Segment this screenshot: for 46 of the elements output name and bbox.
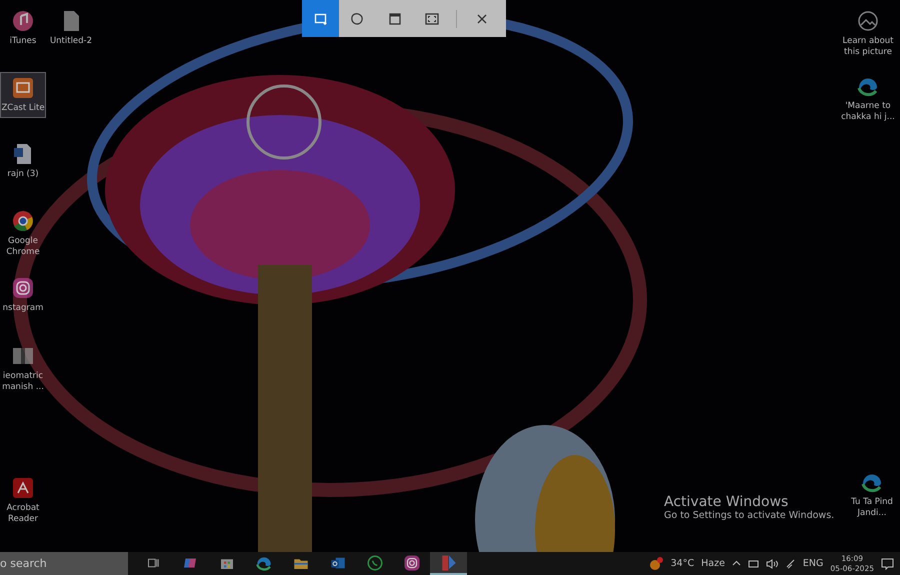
taskbar-app[interactable] [430, 552, 467, 575]
desktop-shortcut[interactable]: Acrobat Reader [0, 472, 46, 529]
shortcut-label: ieomatric manish ... [1, 371, 45, 393]
chevron-up-icon[interactable] [732, 559, 741, 568]
shortcut-label: Acrobat Reader [6, 503, 40, 525]
search-field[interactable]: o search [0, 552, 128, 575]
desktop-shortcut[interactable]: ZCast Lite [0, 72, 46, 118]
desktop-shortcut[interactable]: ieomatric manish ... [0, 340, 46, 397]
weather-icon [648, 556, 664, 572]
shortcut-label: iTunes [8, 36, 38, 47]
activation-title: Activate Windows [664, 494, 788, 510]
picture-icon [856, 9, 880, 33]
pen-icon[interactable] [784, 558, 796, 569]
shortcut-label: Untitled-2 [48, 36, 94, 47]
camera-app-icon [402, 554, 420, 572]
volume-icon[interactable] [766, 558, 778, 568]
temperature: 34°C [670, 558, 694, 569]
shortcut-label: ZCast Lite [0, 103, 46, 114]
notification-icon[interactable] [881, 558, 894, 570]
desktop-shortcut[interactable]: rajn (3) [0, 138, 46, 184]
rectangle-snip-icon [314, 12, 328, 26]
desktop-shortcut[interactable]: nstagram [0, 272, 46, 318]
fullscreen-snip-icon [424, 12, 438, 26]
snip-mode-button[interactable] [302, 0, 339, 37]
shortcut-label: rajn (3) [6, 169, 40, 180]
camera-app-icon [11, 276, 35, 300]
shortcut-label: Tu Ta Pind Jandi... [850, 497, 894, 519]
chat-app-icon [366, 554, 384, 572]
desktop-shortcut[interactable]: Tu Ta Pind Jandi... [849, 466, 895, 523]
pdf-icon [11, 476, 35, 500]
desktop-shortcut[interactable]: Google Chrome [0, 205, 46, 262]
desktop-shortcut[interactable]: Untitled-2 [48, 5, 94, 51]
shortcut-label: Google Chrome [5, 236, 41, 258]
network-icon[interactable] [748, 558, 759, 568]
window-snip-icon [388, 12, 402, 26]
cast-app-icon [11, 76, 35, 100]
freeform-snip-icon [350, 12, 364, 26]
weather-condition: Haze [701, 558, 725, 569]
app-icon [440, 554, 458, 572]
browser-icon [11, 209, 35, 233]
desktop-shortcut[interactable]: iTunes [0, 5, 46, 51]
language-indicator[interactable]: ENG [802, 558, 824, 569]
shortcut-label: nstagram [2, 303, 44, 314]
shortcut-label: 'Maarne to chakka hi j... [840, 101, 896, 123]
activation-message: Go to Settings to activate Windows. [664, 510, 834, 521]
close-icon [476, 12, 488, 24]
